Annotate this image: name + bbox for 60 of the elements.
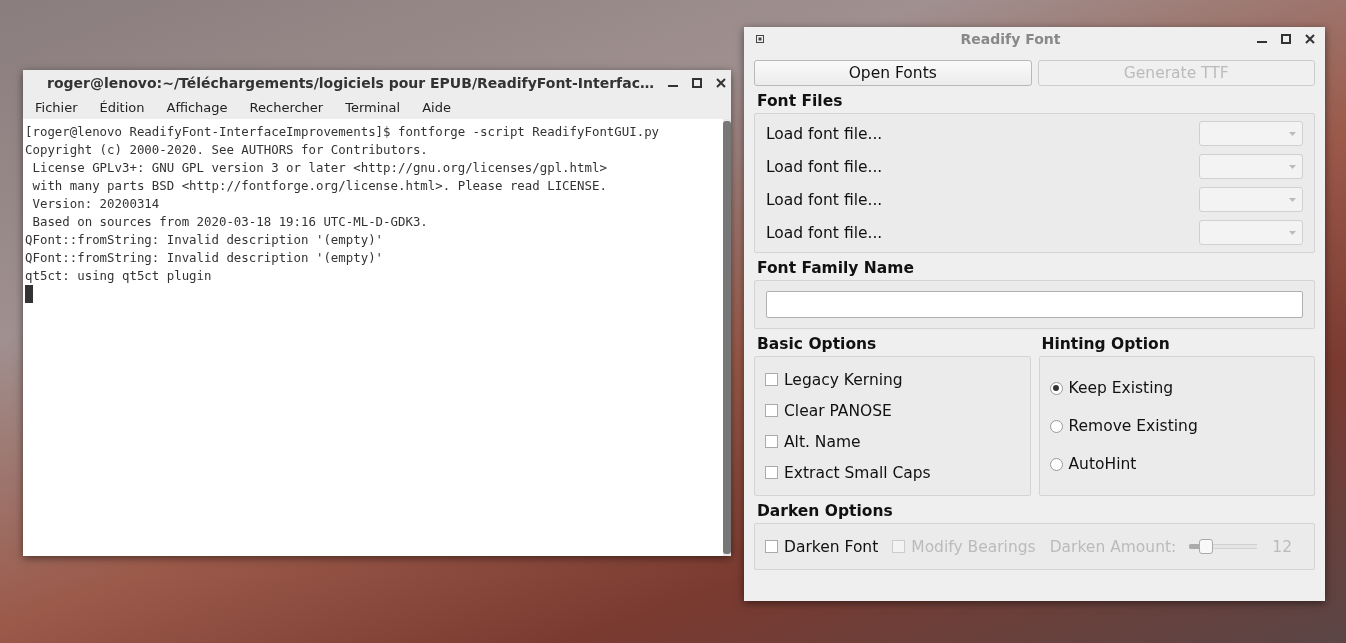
checkbox[interactable] [765, 373, 778, 386]
terminal-line: [roger@lenovo ReadifyFont-InterfaceImprovements]$ fontforge -script ReadifyFontGUI.py [25, 123, 661, 141]
close-icon[interactable] [715, 77, 726, 88]
radio-button[interactable] [1049, 381, 1063, 395]
section-heading: Font Files [757, 92, 844, 110]
radio-option[interactable]: Remove Existing [1049, 415, 1304, 437]
dropdown-caret-icon [1289, 164, 1296, 169]
dropdown-caret-icon [1289, 131, 1296, 136]
menu-item[interactable]: Terminal [337, 99, 409, 115]
file-label: Load font file... [766, 157, 883, 176]
menu-item[interactable]: Fichier [27, 99, 86, 115]
radio-option[interactable]: Keep Existing [1049, 377, 1304, 399]
push-button[interactable]: Open Fonts [754, 60, 1032, 86]
file-label: Load font file... [766, 124, 883, 143]
checkbox-option[interactable]: Clear PANOSE [765, 399, 1020, 422]
scrollbar-thumb[interactable] [723, 121, 731, 554]
checkbox[interactable] [765, 466, 778, 479]
terminal-output-area[interactable] [23, 119, 723, 556]
terminal-line: License GPLv3+: GNU GPL version 3 or later <http://gnu.org/licenses/gpl.html> [31, 159, 608, 177]
font-dropdown[interactable] [1199, 121, 1303, 146]
menu-item[interactable]: Rechercher [241, 99, 332, 115]
radio-button[interactable] [1049, 457, 1063, 471]
checkbox[interactable] [765, 435, 778, 448]
close-icon[interactable] [1305, 34, 1315, 44]
text-cursor [25, 285, 33, 303]
maximize-icon[interactable] [691, 77, 702, 88]
terminal-line: Copyright (c) 2000-2020. See AUTHORS for Contributors. [25, 141, 429, 159]
checkbox[interactable] [765, 540, 778, 553]
checkbox-option[interactable]: Extract Small Caps [765, 461, 1020, 484]
terminal-line: with many parts BSD <http://fontforge.org/license.html>. Please read LICENSE. [31, 177, 608, 195]
section-heading: Darken Options [757, 502, 894, 520]
radio-option[interactable]: AutoHint [1049, 453, 1304, 475]
radio-button[interactable] [1049, 419, 1063, 433]
family-name-field[interactable] [766, 291, 1303, 318]
terminal-line: QFont::fromString: Invalid description '(empty)' [25, 249, 385, 267]
checkbox-option[interactable]: Legacy Kerning [765, 368, 1020, 391]
section-heading: Hinting Option [1041, 335, 1171, 353]
checkbox[interactable] [765, 404, 778, 417]
dropdown-caret-icon [1289, 197, 1296, 202]
terminal-line: Based on sources from 2020-03-18 19:16 UTC-ML-D-GDK3. [31, 213, 429, 231]
menu-item[interactable]: Aide [414, 99, 459, 115]
maximize-icon[interactable] [1281, 34, 1291, 44]
terminal-line: QFont::fromString: Invalid description '(empty)' [25, 231, 385, 249]
checkbox-option[interactable]: Darken Font [765, 535, 879, 558]
section-heading: Basic Options [757, 335, 878, 353]
font-dropdown[interactable] [1199, 220, 1303, 245]
terminal-line: qt5ct: using qt5ct plugin [25, 267, 213, 285]
file-label: Load font file... [766, 190, 883, 209]
window-title: Readify Font [959, 31, 1062, 47]
window-menu-icon[interactable] [756, 35, 764, 43]
font-dropdown[interactable] [1199, 187, 1303, 212]
font-dropdown[interactable] [1199, 154, 1303, 179]
menu-item[interactable]: Édition [91, 99, 153, 115]
terminal-line: Version: 20200314 [31, 195, 161, 213]
window-title: roger@lenovo:~/Téléchargements/logiciels pour EPUB/ReadifyFont-Interfac… [47, 74, 654, 91]
menu-item[interactable]: Affichage [158, 99, 236, 115]
dropdown-caret-icon [1289, 230, 1296, 235]
file-label: Load font file... [766, 223, 883, 242]
checkbox-option[interactable]: Alt. Name [765, 430, 1020, 453]
section-heading: Font Family Name [757, 259, 915, 277]
